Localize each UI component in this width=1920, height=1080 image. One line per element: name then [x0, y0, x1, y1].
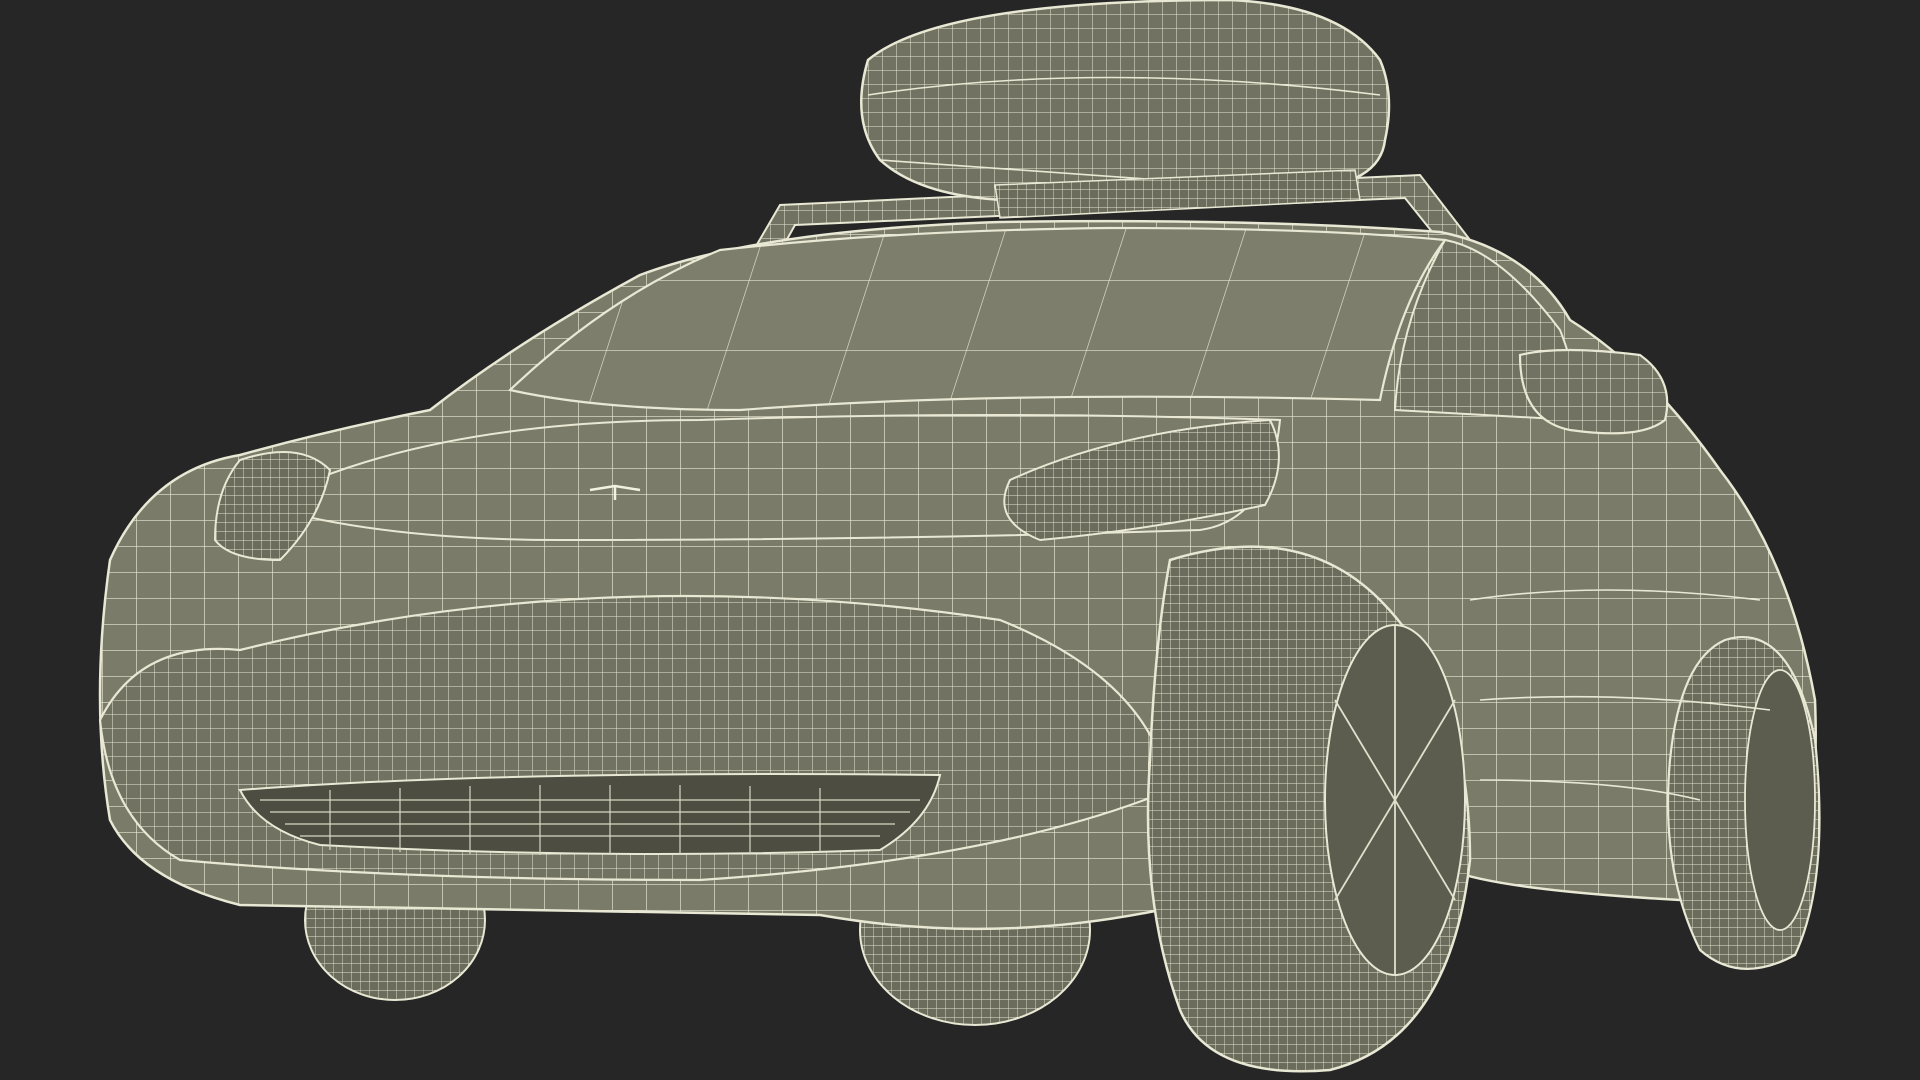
rear-wheel-right [1666, 636, 1821, 970]
windshield [507, 226, 1448, 412]
render-viewport [0, 0, 1920, 1080]
lower-grille [238, 773, 942, 855]
car-wireframe-render [98, 0, 1821, 1073]
roof-cargo-box [860, 0, 1391, 219]
